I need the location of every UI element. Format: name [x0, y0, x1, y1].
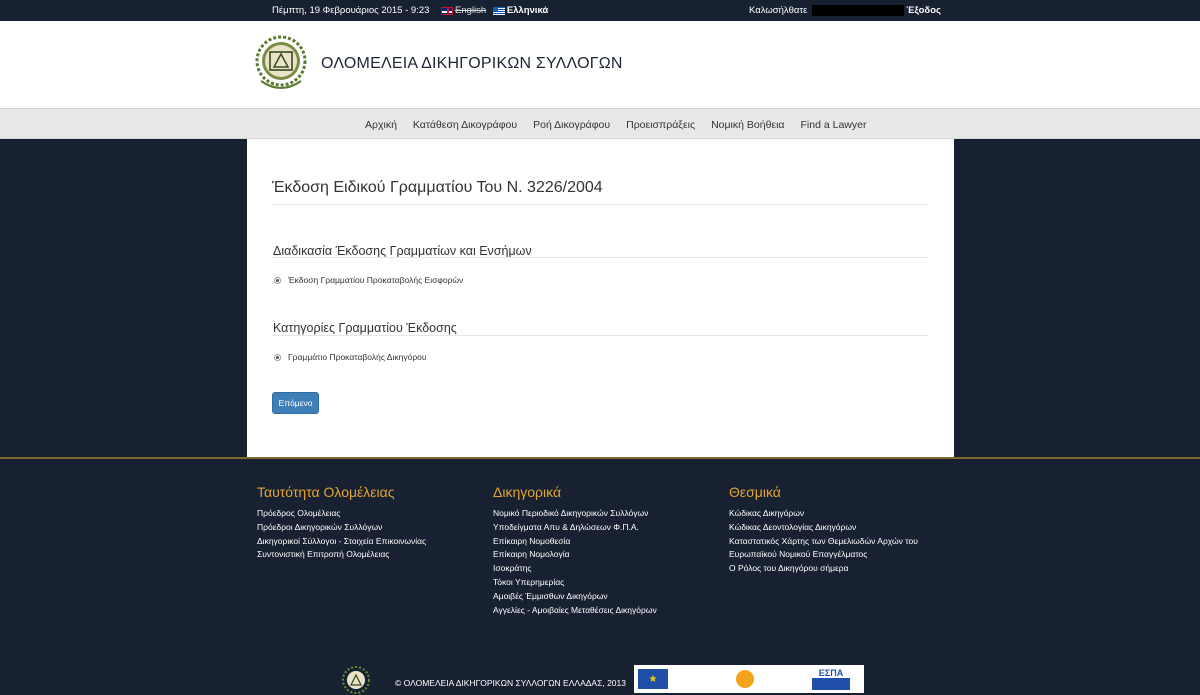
radio-option-lawyer-prepayment[interactable]: Γραμμάτιο Προκαταβολής Δικηγόρου [274, 352, 427, 362]
nav-item-filing[interactable]: Κατάθεση Δικογράφου [413, 119, 517, 131]
footer-divider [0, 457, 1200, 459]
footer-col-institutional: Θεσμικά Κώδικας Δικηγόρων Κώδικας Δεοντο… [729, 484, 918, 576]
page-title: Έκδοση Ειδικού Γραμματίου Του Ν. 3226/20… [272, 179, 603, 196]
footer-link[interactable]: Υποδείγματα Απυ & Δηλώσεων Φ.Π.Α. [493, 521, 657, 535]
copyright-text: © ΟΛΟΜΕΛΕΙΑ ΔΙΚΗΓΟΡΙΚΩΝ ΣΥΛΛΟΓΩΝ ΕΛΛΑΔΑΣ… [395, 678, 626, 688]
nav-item-find-lawyer[interactable]: Find a Lawyer [801, 119, 867, 131]
radio-label: Γραμμάτιο Προκαταβολής Δικηγόρου [288, 352, 427, 362]
digital-convergence-icon [736, 670, 754, 688]
lang-greek-label: Ελληνικά [506, 5, 549, 16]
user-welcome: Καλωσήλθατε Έξοδος [749, 5, 941, 16]
footer-link[interactable]: Ο Ρόλος του Δικηγόρου σήμερα [729, 562, 918, 576]
nav-item-legal-aid[interactable]: Νομική Βοήθεια [711, 119, 784, 131]
next-button[interactable]: Επόμενο [272, 392, 319, 414]
footer-link[interactable]: Πρόεδροι Δικηγορικών Συλλόγων [257, 521, 426, 535]
espa-logo: ΕΣΠΑ [812, 668, 850, 690]
top-bar: Πέμπτη, 19 Φεβρουάριος 2015 - 9:23 Engli… [0, 0, 1200, 21]
lang-english-link[interactable]: English [441, 5, 486, 16]
footer-link[interactable]: Επίκαιρη Νομολογία [493, 548, 657, 562]
uk-flag-icon [441, 6, 453, 15]
nav-item-prepayments[interactable]: Προεισπράξεις [626, 119, 695, 131]
footer-link[interactable]: Αγγελίες - Αμοιβαίες Μεταθέσεις Δικηγόρω… [493, 604, 657, 618]
welcome-text: Καλωσήλθατε [749, 5, 808, 16]
radio-button[interactable] [274, 276, 281, 284]
footer-link[interactable]: Νομικό Περιοδικό Δικηγορικών Συλλόγων [493, 507, 657, 521]
section-category-divider [272, 335, 928, 336]
footer-bottom: © ΟΛΟΜΕΛΕΙΑ ΔΙΚΗΓΟΡΙΚΩΝ ΣΥΛΛΟΓΩΝ ΕΛΛΑΔΑΣ… [0, 660, 1200, 695]
bar-association-logo[interactable] [251, 33, 311, 95]
nav-item-home[interactable]: Αρχική [365, 119, 397, 131]
radio-option-contribution-prepayment[interactable]: Έκδοση Γραμματίου Προκαταβολής Εισφορών [274, 275, 463, 285]
footer-logo [342, 666, 370, 694]
footer-link[interactable]: Κώδικας Δικηγόρων [729, 507, 918, 521]
footer-link[interactable]: Επίκαιρη Νομοθεσία [493, 535, 657, 549]
footer-link[interactable]: Τόκοι Υπερημερίας [493, 576, 657, 590]
footer-col-institutional-title: Θεσμικά [729, 484, 781, 500]
site-title: ΟΛΟΜΕΛΕΙΑ ΔΙΚΗΓΟΡΙΚΩΝ ΣΥΛΛΟΓΩΝ [321, 55, 623, 72]
footer-link[interactable]: Αμοιβές Έμμισθων Δικηγόρων [493, 590, 657, 604]
footer-link[interactable]: Ευρωπαϊκού Νομικού Επαγγέλματος [729, 548, 918, 562]
language-switcher: English Ελληνικά [441, 5, 552, 18]
section-category-heading: Κατηγορίες Γραμματίου Έκδοσης [273, 321, 457, 335]
site-header: ΟΛΟΜΕΛΕΙΑ ΔΙΚΗΓΟΡΙΚΩΝ ΣΥΛΛΟΓΩΝ [0, 21, 1200, 108]
current-date: Πέμπτη, 19 Φεβρουάριος 2015 - 9:23 [272, 5, 430, 16]
footer-link[interactable]: Καταστατικός Χάρτης των Θεμελιωδών Αρχών… [729, 535, 918, 549]
radio-button[interactable] [274, 353, 281, 361]
footer-col-legal-title: Δικηγορικά [493, 484, 562, 500]
footer-col-identity-title: Ταυτότητα Ολομέλειας [257, 484, 395, 500]
footer-link[interactable]: Πρόεδρος Ολομέλειας [257, 507, 426, 521]
lang-greek-link[interactable]: Ελληνικά [492, 5, 549, 16]
footer-link[interactable]: Ισοκράτης [493, 562, 657, 576]
footer-link[interactable]: Δικηγορικοί Σύλλογοι - Στοιχεία Επικοινω… [257, 535, 426, 549]
espa-funding-banner: ★ ΕΣΠΑ [634, 665, 864, 693]
footer-col-identity: Ταυτότητα Ολομέλειας Πρόεδρος Ολομέλειας… [257, 484, 426, 562]
logout-link[interactable]: Έξοδος [906, 5, 941, 16]
footer-link[interactable]: Κώδικας Δεοντολογίας Δικηγόρων [729, 521, 918, 535]
lang-english-label: English [455, 5, 487, 16]
footer-col-legal: Δικηγορικά Νομικό Περιοδικό Δικηγορικών … [493, 484, 657, 617]
main-nav: Αρχική Κατάθεση Δικογράφου Ροή Δικογράφο… [0, 108, 1200, 139]
eu-flag-icon: ★ [638, 669, 668, 689]
title-divider [272, 204, 929, 205]
radio-label: Έκδοση Γραμματίου Προκαταβολής Εισφορών [288, 275, 464, 285]
greece-flag-icon [492, 6, 505, 15]
section-process-divider [272, 257, 928, 258]
nav-item-document-flow[interactable]: Ροή Δικογράφου [533, 119, 610, 131]
espa-label: ΕΣΠΑ [812, 668, 850, 678]
redacted-username [812, 5, 905, 16]
section-process-heading: Διαδικασία Έκδοσης Γραμματίων και Ενσήμω… [273, 244, 532, 258]
footer-link[interactable]: Συντονιστική Επιτροπή Ολομέλειας [257, 548, 426, 562]
main-panel: Έκδοση Ειδικού Γραμματίου Του Ν. 3226/20… [247, 139, 954, 457]
